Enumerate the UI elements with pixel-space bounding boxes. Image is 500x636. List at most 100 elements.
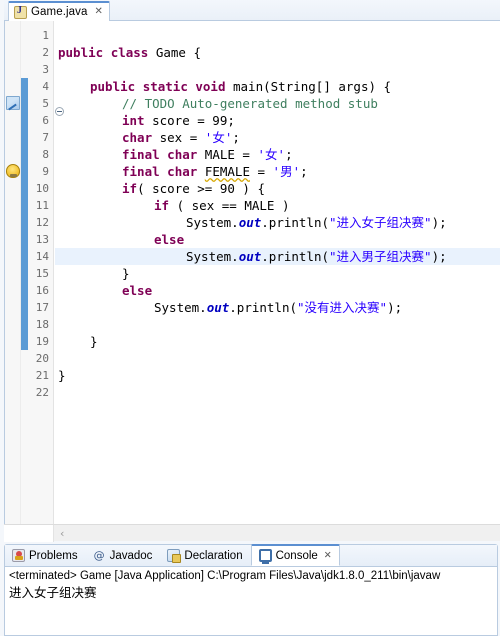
code-line[interactable]: if ( sex == MALE ) (55, 197, 500, 214)
code-token: final (122, 147, 160, 162)
code-token: score = 99; (144, 113, 235, 128)
line-number: 20 (35, 352, 49, 365)
annotation-ruler[interactable] (5, 21, 21, 524)
editor-horizontal-scrollbar[interactable]: ‹ (4, 524, 500, 542)
bottom-tab-label: Problems (29, 549, 78, 562)
line-number: 17 (35, 301, 49, 314)
bottom-view-panel: Problems @ Javadoc Declaration Console ✕ <ter… (4, 544, 498, 636)
code-token: '女' (204, 130, 233, 145)
line-number: 12 (35, 216, 49, 229)
line-number: 18 (35, 318, 49, 331)
line-number: 8 (42, 148, 49, 161)
bottom-tab-console[interactable]: Console ✕ (250, 544, 340, 566)
editor-tab-label: Game.java (31, 6, 88, 18)
bottom-tab-declaration[interactable]: Declaration (160, 545, 250, 566)
line-number: 14 (35, 250, 49, 263)
code-token: char (122, 130, 153, 145)
code-line[interactable]: } (55, 333, 500, 350)
line-number: 1 (42, 29, 49, 42)
code-line[interactable] (55, 350, 500, 367)
line-number: 2 (42, 46, 49, 59)
code-token: out (206, 300, 230, 315)
code-line[interactable]: else (55, 282, 500, 299)
code-line[interactable]: } (55, 367, 500, 384)
code-line[interactable]: else (55, 231, 500, 248)
code-token: ); (431, 249, 447, 264)
code-line[interactable]: public class Game { (55, 44, 500, 61)
close-icon[interactable]: ✕ (95, 7, 103, 17)
code-line[interactable]: } (55, 265, 500, 282)
javadoc-icon: @ (93, 549, 105, 562)
code-line[interactable]: final char MALE = '女'; (55, 146, 500, 163)
close-icon[interactable]: ✕ (324, 550, 332, 561)
code-token: final (122, 164, 160, 179)
code-line[interactable] (55, 27, 500, 44)
code-token: "进入男子组决赛" (329, 249, 432, 264)
code-line[interactable]: System.out.println("进入女子组决赛"); (55, 214, 500, 231)
code-token: System. (186, 249, 239, 264)
warning-icon[interactable] (6, 164, 20, 178)
bottom-tab-label: Console (275, 549, 318, 562)
code-token: else (154, 232, 185, 247)
bottom-tab-problems[interactable]: Problems (5, 545, 86, 566)
code-token: .println( (229, 300, 297, 315)
code-token: if (122, 181, 138, 196)
code-line[interactable]: if( score >= 90 ) { (55, 180, 500, 197)
line-number: 13 (35, 233, 49, 246)
code-token: '女' (257, 147, 286, 162)
code-token: out (238, 249, 262, 264)
line-number: 21 (35, 369, 49, 382)
code-token: System. (186, 215, 239, 230)
console-view[interactable]: <terminated> Game [Java Application] C:\… (5, 567, 497, 635)
code-line[interactable] (55, 384, 500, 401)
code-token: sex = (152, 130, 205, 145)
code-line[interactable]: System.out.println("进入男子组决赛"); (55, 248, 500, 265)
line-number: 9 (42, 165, 49, 178)
code-line[interactable]: public static void main(String[] args) { (55, 78, 500, 95)
line-number: 6 (42, 114, 49, 127)
code-token: = (249, 164, 273, 179)
line-number: 7 (42, 131, 49, 144)
line-number: 15 (35, 267, 49, 280)
code-token: ; (232, 130, 240, 145)
code-token: .println( (261, 249, 329, 264)
code-token: ); (387, 300, 403, 315)
code-line[interactable]: final char FEMALE = '男'; (55, 163, 500, 180)
bottom-tab-label: Declaration (184, 549, 243, 562)
line-number: 10 (35, 182, 49, 195)
code-text-area[interactable]: public class Game { public static void ma… (55, 21, 500, 524)
java-file-icon (14, 5, 27, 19)
code-token: } (90, 334, 98, 349)
console-output-line: 进入女子组决赛 (9, 586, 97, 600)
bottom-tab-bar: Problems @ Javadoc Declaration Console ✕ (5, 544, 497, 567)
editor-tab-strip: Game.java ✕ (4, 0, 500, 21)
code-line[interactable]: int score = 99; (55, 112, 500, 129)
scroll-left-arrow-icon[interactable]: ‹ (60, 527, 64, 540)
code-line[interactable]: // TODO Auto-generated method stub (55, 95, 500, 112)
code-token: else (122, 283, 153, 298)
code-token: "进入女子组决赛" (329, 215, 432, 230)
code-token: if (154, 198, 170, 213)
code-line[interactable] (55, 316, 500, 333)
line-number: 22 (35, 386, 49, 399)
code-token: // TODO Auto-generated method stub (122, 96, 378, 111)
editor-tab-game-java[interactable]: Game.java ✕ (8, 1, 110, 21)
line-number: 5 (42, 97, 49, 110)
code-line[interactable]: System.out.println("没有进入决赛"); (55, 299, 500, 316)
eclipse-ide-window: Game.java ✕ 1234567891011121314151617181… (0, 0, 500, 636)
problems-icon (12, 549, 25, 562)
code-token: System. (154, 300, 207, 315)
code-line[interactable]: char sex = '女'; (55, 129, 500, 146)
code-editor[interactable]: 1 2 3 4 5 6 7 8 9 10 11 12 13 14 15 16 17 18 19 20 21 22 publ… (4, 21, 500, 524)
code-token: } (58, 368, 66, 383)
code-token: Game { (148, 45, 202, 60)
todo-marker-icon[interactable] (6, 96, 20, 110)
code-line[interactable] (55, 61, 500, 78)
bottom-tab-javadoc[interactable]: @ Javadoc (86, 545, 161, 566)
code-token: ); (431, 215, 447, 230)
line-number: 11 (35, 199, 49, 212)
code-token: } (122, 266, 130, 281)
